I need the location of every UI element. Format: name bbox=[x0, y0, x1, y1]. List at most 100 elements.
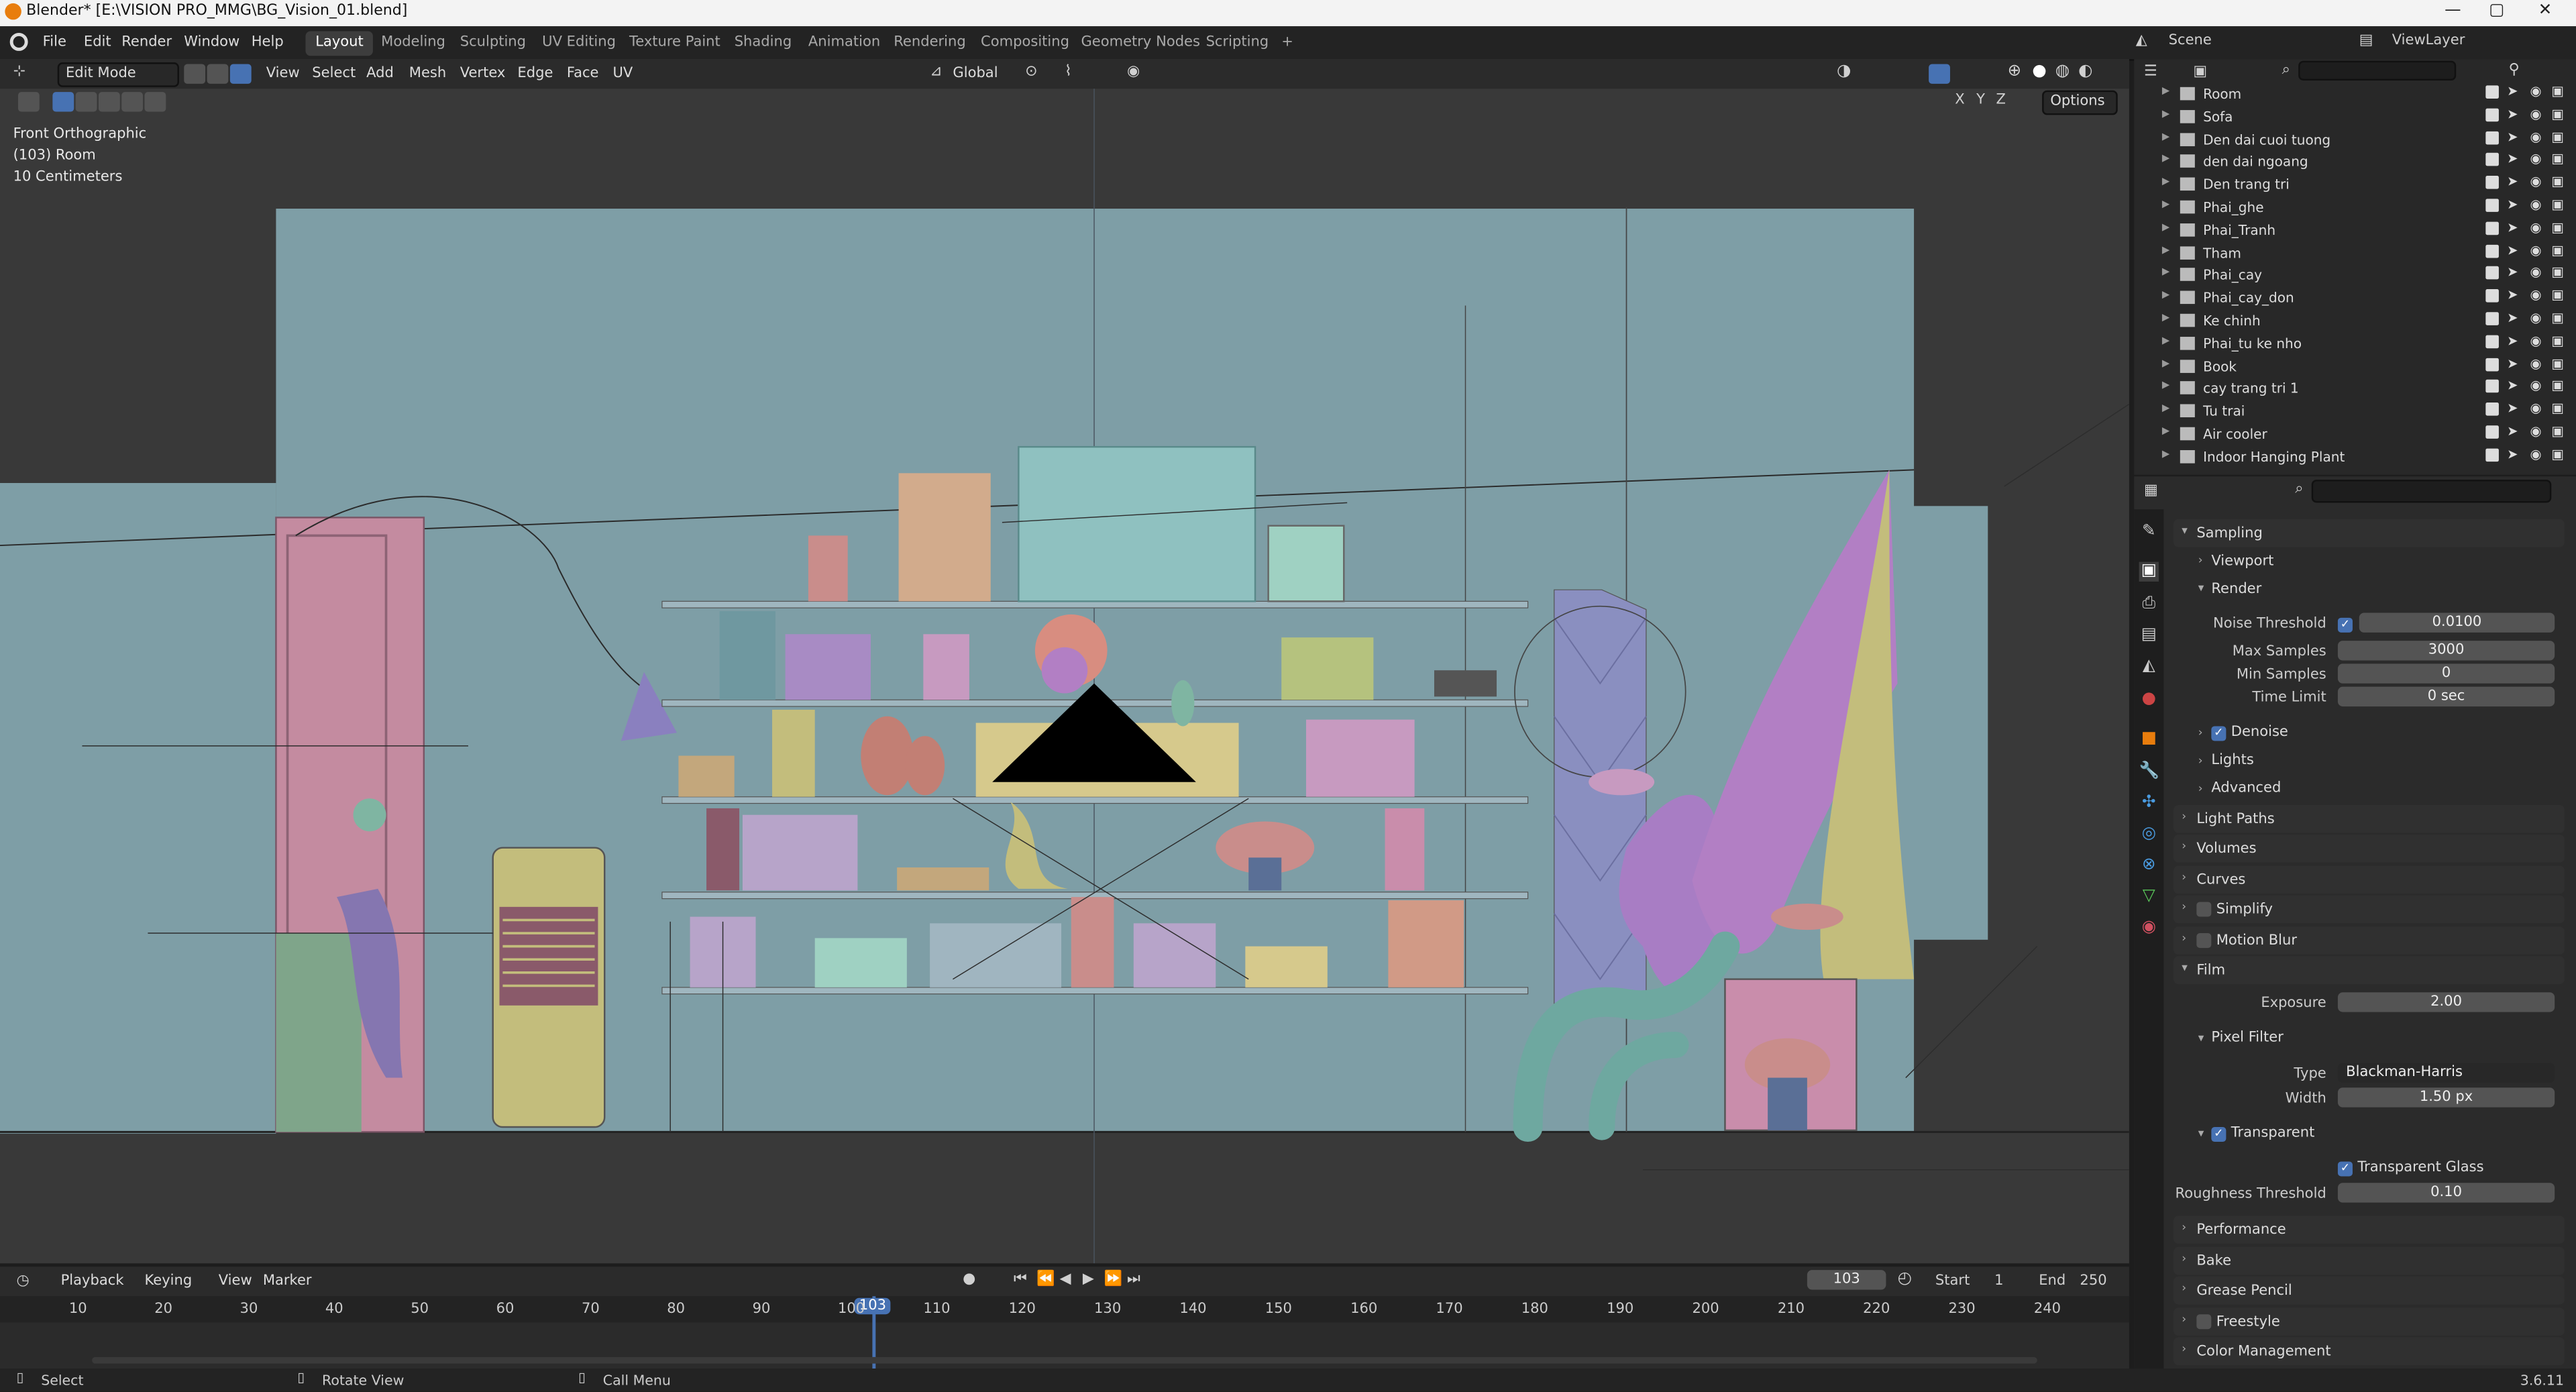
outliner-item[interactable]: ▶ Ke chinh ➤ ◉ ▣ bbox=[2134, 309, 2576, 331]
camera-icon[interactable]: ▣ bbox=[2551, 265, 2564, 280]
rendered-shading-icon[interactable]: ◐ bbox=[2078, 62, 2092, 81]
maximize-button[interactable]: ▢ bbox=[2489, 1, 2504, 19]
exposure-field[interactable]: 2.00 bbox=[2337, 992, 2555, 1012]
add-workspace-button[interactable]: + bbox=[1272, 32, 1303, 56]
exclude-checkbox[interactable] bbox=[2485, 448, 2499, 462]
color-management-panel-header[interactable]: › Color Management bbox=[2174, 1337, 2565, 1366]
render-tab-icon[interactable]: ▣ bbox=[2139, 561, 2159, 582]
menu-keying[interactable]: Keying bbox=[145, 1273, 193, 1289]
eye-icon[interactable]: ◉ bbox=[2530, 242, 2541, 257]
roughness-threshold-field[interactable]: 0.10 bbox=[2337, 1183, 2555, 1203]
expand-arrow-icon[interactable]: ▶ bbox=[2162, 154, 2169, 165]
exclude-checkbox[interactable] bbox=[2485, 403, 2499, 417]
eye-icon[interactable]: ◉ bbox=[2530, 84, 2541, 99]
tab-scripting[interactable]: Scripting bbox=[1196, 32, 1279, 56]
outliner-item[interactable]: ▶ Air cooler ➤ ◉ ▣ bbox=[2134, 422, 2576, 445]
view-layer-tab-icon[interactable]: ▤ bbox=[2139, 626, 2159, 645]
max-samples-field[interactable]: 3000 bbox=[2337, 641, 2555, 661]
exclude-checkbox[interactable] bbox=[2485, 266, 2499, 280]
selectable-icon[interactable]: ➤ bbox=[2507, 197, 2518, 212]
camera-icon[interactable]: ▣ bbox=[2551, 356, 2564, 370]
pixel-filter-subpanel[interactable]: Pixel Filter bbox=[2211, 1030, 2284, 1047]
selectable-icon[interactable]: ➤ bbox=[2507, 401, 2518, 416]
frame-ruler[interactable] bbox=[0, 1296, 2129, 1323]
properties-search-input[interactable] bbox=[2311, 480, 2552, 503]
select-subtract-icon[interactable] bbox=[98, 92, 120, 112]
menu-render[interactable]: Render bbox=[121, 34, 172, 50]
snap-icon[interactable]: ⌇ bbox=[1065, 64, 1072, 81]
expand-arrow-icon[interactable]: ▶ bbox=[2162, 335, 2169, 346]
selectable-icon[interactable]: ➤ bbox=[2507, 311, 2518, 325]
menu-edit[interactable]: Edit bbox=[84, 34, 111, 50]
filter-width-field[interactable]: 1.50 px bbox=[2337, 1087, 2555, 1108]
tool-tab-icon[interactable]: ✎ bbox=[2139, 523, 2159, 542]
eye-icon[interactable]: ◉ bbox=[2530, 401, 2541, 416]
min-samples-field[interactable]: 0 bbox=[2337, 663, 2555, 684]
display-mode-icon[interactable]: ▣ bbox=[2193, 64, 2207, 81]
noise-threshold-checkbox[interactable]: ✓ bbox=[2337, 617, 2353, 633]
pivot-icon[interactable]: ⊙ bbox=[1025, 64, 1037, 81]
play-icon[interactable]: ▶ bbox=[1083, 1272, 1094, 1288]
outliner-item[interactable]: ▶ Tham ➤ ◉ ▣ bbox=[2134, 241, 2576, 264]
transparent-glass-checkbox[interactable]: ✓ bbox=[2337, 1161, 2353, 1177]
object-tab-icon[interactable]: ■ bbox=[2139, 729, 2159, 749]
mirror-x-toggle[interactable]: X bbox=[1955, 92, 1964, 108]
outliner-item[interactable]: ▶ Room ➤ ◉ ▣ bbox=[2134, 82, 2576, 105]
exclude-checkbox[interactable] bbox=[2485, 221, 2499, 235]
expand-arrow-icon[interactable]: ▶ bbox=[2162, 199, 2169, 210]
filter-icon[interactable]: ⚲ bbox=[2509, 62, 2520, 78]
expand-arrow-icon[interactable]: ▶ bbox=[2162, 267, 2169, 278]
camera-icon[interactable]: ▣ bbox=[2551, 333, 2564, 348]
eye-icon[interactable]: ◉ bbox=[2530, 288, 2541, 303]
selectable-icon[interactable]: ➤ bbox=[2507, 265, 2518, 280]
light-paths-panel-header[interactable]: › Light Paths bbox=[2174, 805, 2565, 833]
menu-playback[interactable]: Playback bbox=[61, 1273, 124, 1289]
tab-texture-paint[interactable]: Texture Paint bbox=[619, 32, 730, 56]
tab-shading[interactable]: Shading bbox=[724, 32, 802, 56]
advanced-subpanel[interactable]: Advanced bbox=[2211, 780, 2281, 796]
end-frame-field[interactable]: 250 bbox=[2080, 1273, 2106, 1289]
camera-icon[interactable]: ▣ bbox=[2551, 311, 2564, 325]
jump-start-icon[interactable]: ⏮ bbox=[1014, 1272, 1027, 1288]
camera-icon[interactable]: ▣ bbox=[2551, 197, 2564, 212]
selectable-icon[interactable]: ➤ bbox=[2507, 84, 2518, 99]
tab-uv-editing[interactable]: UV Editing bbox=[532, 32, 625, 56]
menu-vertex[interactable]: Vertex bbox=[460, 66, 506, 82]
expand-arrow-icon[interactable]: ▶ bbox=[2162, 131, 2169, 142]
world-tab-icon[interactable]: ● bbox=[2139, 690, 2159, 710]
outliner-item[interactable]: ▶ Den trang tri ➤ ◉ ▣ bbox=[2134, 173, 2576, 196]
menu-marker[interactable]: Marker bbox=[263, 1273, 312, 1289]
tab-sculpting[interactable]: Sculpting bbox=[450, 32, 536, 56]
transform-orientation-dropdown[interactable]: Global bbox=[953, 66, 998, 82]
close-button[interactable]: ✕ bbox=[2538, 1, 2553, 19]
mirror-z-toggle[interactable]: Z bbox=[1996, 92, 2006, 108]
camera-icon[interactable]: ▣ bbox=[2551, 84, 2564, 99]
outliner-item[interactable]: ▶ Indoor Hanging Plant ➤ ◉ ▣ bbox=[2134, 445, 2576, 468]
motion-blur-panel-header[interactable]: › Motion Blur bbox=[2174, 926, 2565, 955]
box-select-icon[interactable] bbox=[52, 92, 74, 112]
exclude-checkbox[interactable] bbox=[2485, 153, 2499, 167]
face-select-icon[interactable] bbox=[229, 64, 252, 84]
overlays-icon[interactable]: ◑ bbox=[1837, 62, 1851, 81]
selectable-icon[interactable]: ➤ bbox=[2507, 220, 2518, 235]
menu-select[interactable]: Select bbox=[312, 66, 356, 82]
scene-tab-icon[interactable]: ◭ bbox=[2139, 657, 2159, 677]
scene-name[interactable]: Scene bbox=[2169, 33, 2212, 49]
selectable-icon[interactable]: ➤ bbox=[2507, 129, 2518, 144]
outliner-item[interactable]: ▶ Sofa ➤ ◉ ▣ bbox=[2134, 105, 2576, 127]
outliner-item[interactable]: ▶ den dai ngoang ➤ ◉ ▣ bbox=[2134, 150, 2576, 173]
simplify-checkbox[interactable] bbox=[2196, 902, 2212, 917]
expand-arrow-icon[interactable]: ▶ bbox=[2162, 108, 2169, 119]
film-panel-header[interactable]: ▾ Film bbox=[2174, 956, 2565, 984]
select-extend-icon[interactable] bbox=[75, 92, 97, 112]
outliner-item[interactable]: ▶ Tu trai ➤ ◉ ▣ bbox=[2134, 400, 2576, 423]
selectable-icon[interactable]: ➤ bbox=[2507, 378, 2518, 393]
solid-shading-icon[interactable]: ● bbox=[2032, 62, 2046, 81]
denoise-subpanel[interactable]: Denoise bbox=[2231, 725, 2288, 741]
camera-icon[interactable]: ▣ bbox=[2551, 401, 2564, 416]
menu-mesh[interactable]: Mesh bbox=[409, 66, 446, 82]
menu-help[interactable]: Help bbox=[252, 34, 284, 50]
view-layer-name[interactable]: ViewLayer bbox=[2392, 33, 2465, 49]
freestyle-panel-header[interactable]: › Freestyle bbox=[2174, 1307, 2565, 1336]
jump-end-icon[interactable]: ⏭ bbox=[1127, 1272, 1140, 1288]
